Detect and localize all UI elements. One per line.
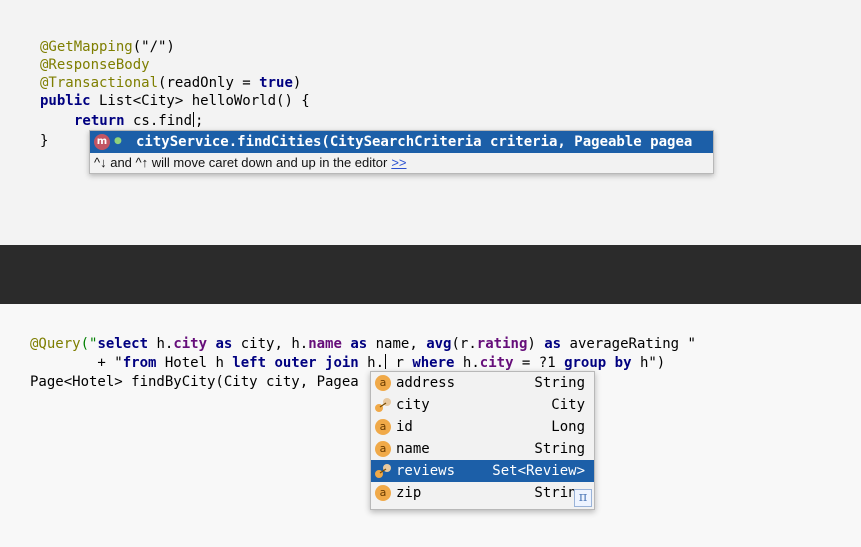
annotation: @ResponseBody [40, 57, 150, 73]
query-text: (r. [451, 336, 477, 352]
field-icon: a [375, 419, 391, 435]
code-text: (readOnly = [158, 75, 260, 91]
annotation: @Transactional [40, 75, 159, 91]
query-field: city [173, 336, 208, 352]
pi-icon[interactable]: π [574, 489, 592, 507]
query-keyword: as [341, 336, 376, 352]
field-icon: a [375, 441, 391, 457]
code-line-query-continued: + "from Hotel h left outer join h. r whe… [30, 354, 665, 372]
code-line-close-brace: } [40, 132, 48, 150]
text-caret [385, 354, 387, 369]
text-caret [193, 112, 195, 127]
keyword: true [259, 75, 293, 91]
code-text: } [40, 133, 49, 149]
query-text: r [387, 355, 413, 371]
annotation-arg: ("/") [132, 39, 175, 55]
top-editor-panel[interactable]: @GetMapping("/") @ResponseBody @Transact… [0, 0, 861, 245]
annotation: @Query [30, 336, 81, 352]
query-text: city, h. [240, 336, 309, 352]
code-text: (" [80, 336, 98, 352]
completion-item-text: cityService.findCities(CitySearchCriteri… [136, 134, 693, 150]
field-name: id [396, 419, 413, 435]
field-icon: a [375, 485, 391, 501]
method-icon: m [94, 134, 110, 150]
query-text: = ?1 [513, 355, 565, 371]
field-completion-list: a address String city City a id Long a name String… [370, 371, 595, 510]
query-text: Hotel h [156, 355, 233, 371]
field-name: address [396, 375, 456, 391]
keyword: return [74, 113, 125, 129]
field-type: Long [551, 419, 585, 435]
code-text: Page<Hotel> findByCity(City city, Pagea [30, 374, 359, 390]
code-line-getmapping: @GetMapping("/") [40, 38, 175, 56]
completion-hint: ^↓ and ^↑ will move caret down and up in… [94, 154, 407, 171]
annotation: @GetMapping [40, 39, 133, 55]
query-keyword: where [412, 355, 455, 371]
code-line-responsebody: @ResponseBody [40, 56, 150, 74]
query-text: h. [358, 355, 385, 371]
query-text: h. [454, 355, 480, 371]
query-field: name [308, 336, 342, 352]
field-type: Set<Review> [492, 463, 585, 479]
field-item-name[interactable]: a name String [371, 438, 594, 460]
code-completion-popup: m ● cityService.findCities(CitySearchCri… [89, 130, 714, 174]
field-type: String [534, 375, 585, 391]
query-keyword: as [544, 336, 562, 352]
code-text: cs.find [124, 113, 193, 129]
keyword: public [40, 93, 91, 109]
field-item-reviews[interactable]: reviews Set<Review> [371, 460, 594, 482]
hint-text: ^↓ and ^↑ will move caret down and up in… [94, 155, 388, 170]
code-line-method-signature: public List<City> helloWorld() { [40, 92, 310, 110]
query-text: + " [30, 355, 123, 371]
query-keyword: avg [426, 336, 452, 352]
lock-icon: ● [114, 136, 122, 146]
relation-icon [375, 464, 391, 478]
field-item-zip[interactable]: a zip Strin– [371, 482, 594, 504]
field-item-id[interactable]: a id Long [371, 416, 594, 438]
code-text: ) [292, 75, 302, 91]
divider-band [0, 245, 861, 304]
field-name: city [396, 397, 430, 413]
query-keyword: as [207, 336, 241, 352]
code-line-query: @Query("select h.city as city, h.name as… [30, 335, 696, 353]
query-text: name, [375, 336, 427, 352]
query-keyword: left outer join [232, 355, 359, 371]
field-name: zip [396, 485, 422, 501]
hint-more-link[interactable]: >> [391, 155, 406, 170]
completion-item-findcities[interactable]: m ● cityService.findCities(CitySearchCri… [90, 131, 713, 153]
query-keyword: select [97, 336, 149, 352]
field-type: String [534, 441, 585, 457]
query-field: city [479, 355, 514, 371]
query-text: averageRating " [561, 336, 696, 352]
field-name: name [396, 441, 430, 457]
field-name: reviews [396, 463, 456, 479]
query-keyword: from [122, 355, 157, 371]
field-item-address[interactable]: a address String [371, 372, 594, 394]
query-keyword: group by [564, 355, 632, 371]
query-text: ) [527, 336, 545, 352]
relation-icon [375, 398, 391, 412]
code-line-transactional: @Transactional(readOnly = true) [40, 74, 301, 92]
code-line-return: return cs.find; [74, 112, 203, 130]
query-field: rating [476, 336, 528, 352]
code-text: ; [195, 113, 204, 129]
code-line-find-by-city: Page<Hotel> findByCity(City city, Pagea [30, 373, 359, 391]
query-text: h. [148, 336, 174, 352]
field-item-city[interactable]: city City [371, 394, 594, 416]
query-text: h") [631, 355, 666, 371]
field-icon: a [375, 375, 391, 391]
code-text: List<City> helloWorld() { [90, 93, 310, 109]
field-type: City [551, 397, 585, 413]
